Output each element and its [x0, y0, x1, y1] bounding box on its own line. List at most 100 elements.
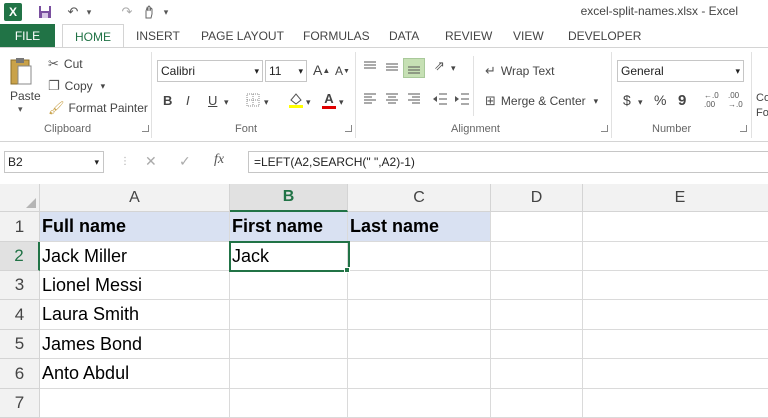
enter-icon[interactable]: ✓ [179, 153, 191, 170]
cell-a6[interactable]: Anto Abdul [40, 359, 230, 389]
cancel-icon[interactable]: ✕ [145, 153, 157, 170]
cell-c3[interactable] [348, 271, 491, 300]
cell-a4[interactable]: Laura Smith [40, 300, 230, 330]
cell-e5[interactable] [583, 330, 768, 359]
paste-button[interactable]: Paste [10, 89, 41, 103]
align-right-icon[interactable] [406, 92, 422, 109]
tab-developer[interactable]: DEVELOPER [568, 24, 641, 48]
row-header-4[interactable]: 4 [0, 300, 40, 330]
borders-icon[interactable] [246, 93, 260, 110]
format-as-table-button[interactable]: Fo [756, 107, 768, 119]
font-name-select[interactable]: Calibri ▾ [157, 60, 263, 82]
select-all-button[interactable] [0, 184, 40, 212]
number-launcher-icon[interactable] [740, 125, 747, 132]
shrink-font-button[interactable]: A ▼ [335, 64, 350, 78]
tab-view[interactable]: VIEW [513, 24, 544, 48]
tab-home[interactable]: HOME [62, 24, 124, 48]
cell-c6[interactable] [348, 359, 491, 389]
column-header-e[interactable]: E [583, 184, 768, 212]
cell-b6[interactable] [230, 359, 348, 389]
cell-a2[interactable]: Jack Miller [40, 242, 230, 271]
underline-dropdown-icon[interactable]: ▾ [224, 97, 229, 108]
comma-style-button[interactable]: 9 [678, 92, 686, 109]
cut-button[interactable]: ✂ Cut [48, 56, 83, 72]
fill-color-icon[interactable] [288, 91, 304, 112]
italic-button[interactable]: I [186, 93, 190, 108]
name-box[interactable]: B2 ▾ [4, 151, 104, 173]
column-header-b[interactable]: B [230, 184, 348, 212]
orientation-icon[interactable]: ⇗ [434, 58, 445, 74]
decrease-indent-icon[interactable] [432, 92, 448, 109]
touch-mode-icon[interactable] [140, 3, 158, 21]
cell-b5[interactable] [230, 330, 348, 359]
currency-button[interactable]: $ [623, 92, 631, 108]
font-color-icon[interactable]: A [322, 91, 336, 109]
save-icon[interactable] [36, 3, 54, 21]
increase-indent-icon[interactable] [454, 92, 470, 109]
wrap-text-button[interactable]: ↵ Wrap Text [485, 63, 554, 79]
underline-button[interactable]: U [208, 93, 217, 108]
redo-icon[interactable]: ↷ [118, 3, 136, 21]
clipboard-launcher-icon[interactable] [142, 125, 149, 132]
column-header-a[interactable]: A [40, 184, 230, 212]
align-center-icon[interactable] [384, 92, 400, 109]
cell-d3[interactable] [491, 271, 583, 300]
font-launcher-icon[interactable] [345, 125, 352, 132]
tab-insert[interactable]: INSERT [136, 24, 180, 48]
cell-e4[interactable] [583, 300, 768, 330]
row-header-5[interactable]: 5 [0, 330, 40, 359]
cell-a1[interactable]: Full name [40, 212, 230, 242]
cell-b4[interactable] [230, 300, 348, 330]
cell-d6[interactable] [491, 359, 583, 389]
column-header-c[interactable]: C [348, 184, 491, 212]
merge-center-button[interactable]: ⊞ Merge & Center ▾ [485, 93, 598, 109]
undo-dropdown-icon[interactable]: ▾ [84, 3, 94, 21]
increase-decimal-button[interactable]: ←.0 .00 [704, 91, 719, 109]
bold-button[interactable]: B [163, 93, 172, 108]
undo-icon[interactable]: ↶ [64, 3, 82, 21]
copy-button[interactable]: ❐ Copy ▾ [48, 78, 105, 94]
borders-dropdown-icon[interactable]: ▾ [264, 97, 269, 108]
grow-font-button[interactable]: A ▲ [313, 62, 330, 78]
row-header-2[interactable]: 2 [0, 242, 40, 271]
cell-a3[interactable]: Lionel Messi [40, 271, 230, 300]
row-header-6[interactable]: 6 [0, 359, 40, 389]
cell-e1[interactable] [583, 212, 768, 242]
tab-review[interactable]: REVIEW [445, 24, 492, 48]
paste-icon[interactable] [9, 56, 33, 90]
qat-customize-icon[interactable]: ▾ [160, 3, 172, 21]
cell-b1[interactable]: First name [230, 212, 348, 242]
row-header-1[interactable]: 1 [0, 212, 40, 242]
conditional-formatting-button[interactable]: Co [756, 92, 768, 104]
cell-d4[interactable] [491, 300, 583, 330]
cell-d2[interactable] [491, 242, 583, 271]
formula-input[interactable]: =LEFT(A2,SEARCH(" ",A2)-1) [248, 151, 768, 173]
font-size-select[interactable]: 11 ▾ [265, 60, 307, 82]
format-painter-button[interactable]: 🖌 Format Painter [48, 100, 148, 116]
align-middle-icon[interactable] [384, 60, 400, 77]
font-color-dropdown-icon[interactable]: ▾ [339, 97, 344, 108]
tab-formulas[interactable]: FORMULAS [303, 24, 370, 48]
tab-file[interactable]: FILE [0, 24, 55, 48]
cell-c2[interactable] [348, 242, 491, 271]
fill-handle[interactable] [344, 267, 350, 273]
cell-c1[interactable]: Last name [348, 212, 491, 242]
align-left-icon[interactable] [362, 92, 378, 109]
fill-color-dropdown-icon[interactable]: ▾ [306, 97, 311, 108]
cell-e3[interactable] [583, 271, 768, 300]
cell-e6[interactable] [583, 359, 768, 389]
paste-dropdown-icon[interactable]: ▾ [18, 104, 23, 115]
alignment-launcher-icon[interactable] [601, 125, 608, 132]
cell-e2[interactable] [583, 242, 768, 271]
number-format-select[interactable]: General ▾ [617, 60, 744, 82]
tab-page-layout[interactable]: PAGE LAYOUT [201, 24, 284, 48]
cell-d1[interactable] [491, 212, 583, 242]
cell-a5[interactable]: James Bond [40, 330, 230, 359]
cell-d5[interactable] [491, 330, 583, 359]
orientation-dropdown-icon[interactable]: ▾ [451, 63, 456, 74]
row-header-3[interactable]: 3 [0, 271, 40, 300]
cell-c4[interactable] [348, 300, 491, 330]
column-header-d[interactable]: D [491, 184, 583, 212]
insert-function-icon[interactable]: fx [214, 152, 224, 168]
align-top-icon[interactable] [362, 60, 378, 77]
